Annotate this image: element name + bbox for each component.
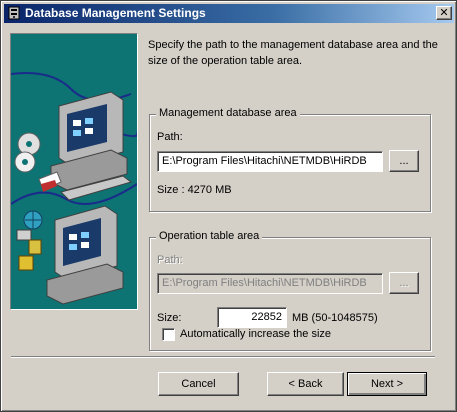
operation-size-label: Size: (157, 312, 182, 324)
intro-text: Specify the path to the management datab… (148, 39, 438, 67)
window-title: Database Management Settings (25, 6, 206, 20)
management-path-input[interactable]: E:\Program Files\Hitachi\NETMDB\HiRDB (157, 151, 383, 172)
operation-size-input[interactable]: 22852 (217, 307, 287, 328)
operation-path-input[interactable]: E:\Program Files\Hitachi\NETMDB\HiRDB (157, 273, 383, 294)
operation-path-label: Path: (157, 254, 183, 266)
close-icon: ✕ (439, 6, 449, 19)
auto-increase-label[interactable]: Automatically increase the size (180, 328, 331, 340)
button-separator (11, 356, 435, 358)
next-button[interactable]: Next > (347, 372, 427, 396)
cancel-button[interactable]: Cancel (158, 372, 239, 396)
operation-size-unit: MB (50-1048575) (292, 312, 378, 324)
networked-computers-illustration (10, 33, 139, 310)
database-management-settings-dialog: Database Management Settings ✕ Specify t… (0, 0, 457, 412)
management-path-label: Path: (157, 131, 183, 143)
management-browse-button[interactable]: ... (389, 150, 419, 172)
management-database-area-legend: Management database area (156, 107, 300, 119)
management-database-area-group: Management database area Path: E:\Progra… (149, 107, 431, 212)
close-button[interactable]: ✕ (436, 6, 452, 20)
database-settings-icon (8, 6, 20, 20)
operation-table-area-group: Operation table area Path: E:\Program Fi… (149, 230, 431, 351)
back-button[interactable]: < Back (267, 372, 344, 396)
operation-browse-button[interactable]: ... (389, 272, 419, 294)
management-size-text: Size : 4270 MB (157, 184, 232, 196)
operation-table-area-legend: Operation table area (156, 230, 263, 242)
illustration-graphic (10, 72, 139, 305)
auto-increase-checkbox[interactable] (162, 328, 175, 341)
title-bar[interactable]: Database Management Settings ✕ (4, 4, 454, 23)
